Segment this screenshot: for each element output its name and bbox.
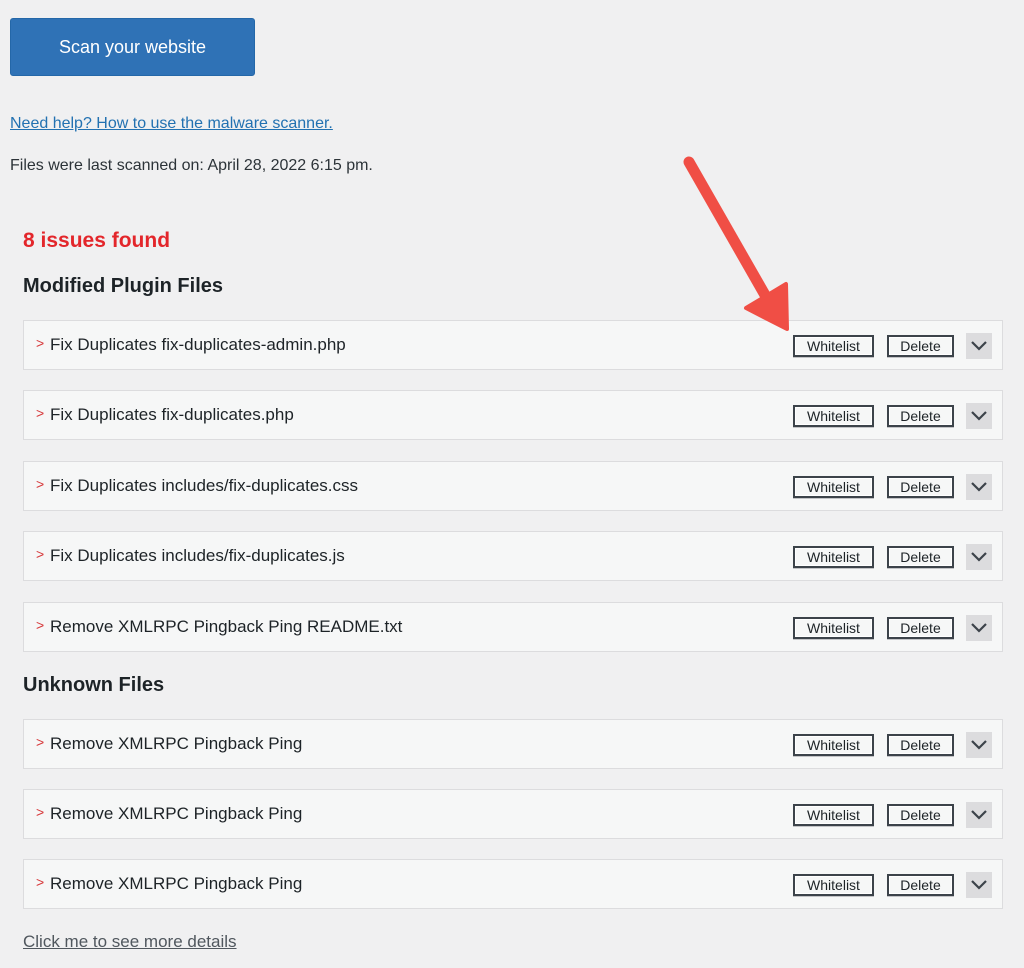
scan-website-button[interactable]: Scan your website <box>10 18 255 76</box>
file-row[interactable]: > Fix Duplicates fix-duplicates.php Whit… <box>23 390 1003 440</box>
section-title-modified-plugin-files: Modified Plugin Files <box>23 275 223 297</box>
expand-caret-icon: > <box>36 335 45 351</box>
help-link[interactable]: Need help? How to use the malware scanne… <box>10 115 333 133</box>
whitelist-button[interactable]: Whitelist <box>793 546 874 568</box>
whitelist-button[interactable]: Whitelist <box>793 476 874 498</box>
delete-button[interactable]: Delete <box>887 476 954 498</box>
file-row[interactable]: > Remove XMLRPC Pingback Ping Whitelist … <box>23 719 1003 769</box>
whitelist-button[interactable]: Whitelist <box>793 335 874 357</box>
file-row-label: Remove XMLRPC Pingback Ping <box>50 804 303 823</box>
expand-caret-icon: > <box>36 476 45 492</box>
file-row[interactable]: > Fix Duplicates includes/fix-duplicates… <box>23 461 1003 511</box>
delete-button[interactable]: Delete <box>887 617 954 639</box>
chevron-down-icon[interactable] <box>966 872 992 898</box>
expand-caret-icon: > <box>36 546 45 562</box>
file-row[interactable]: > Fix Duplicates fix-duplicates-admin.ph… <box>23 320 1003 370</box>
file-row[interactable]: > Remove XMLRPC Pingback Ping Whitelist … <box>23 789 1003 839</box>
more-details-link[interactable]: Click me to see more details <box>23 932 237 952</box>
file-row-label: Remove XMLRPC Pingback Ping <box>50 734 303 753</box>
chevron-down-icon[interactable] <box>966 732 992 758</box>
expand-caret-icon: > <box>36 405 45 421</box>
file-row[interactable]: > Remove XMLRPC Pingback Ping README.txt… <box>23 602 1003 652</box>
delete-button[interactable]: Delete <box>887 734 954 756</box>
delete-button[interactable]: Delete <box>887 405 954 427</box>
chevron-down-icon[interactable] <box>966 474 992 500</box>
chevron-down-icon[interactable] <box>966 403 992 429</box>
whitelist-button[interactable]: Whitelist <box>793 617 874 639</box>
delete-button[interactable]: Delete <box>887 335 954 357</box>
file-row[interactable]: > Remove XMLRPC Pingback Ping Whitelist … <box>23 859 1003 909</box>
last-scanned-text: Files were last scanned on: April 28, 20… <box>10 157 373 174</box>
chevron-down-icon[interactable] <box>966 333 992 359</box>
file-row-label: Fix Duplicates fix-duplicates.php <box>50 405 294 424</box>
expand-caret-icon: > <box>36 734 45 750</box>
whitelist-button[interactable]: Whitelist <box>793 734 874 756</box>
whitelist-button[interactable]: Whitelist <box>793 874 874 896</box>
delete-button[interactable]: Delete <box>887 804 954 826</box>
issues-count-heading: 8 issues found <box>23 229 171 252</box>
expand-caret-icon: > <box>36 804 45 820</box>
file-row-label: Fix Duplicates includes/fix-duplicates.j… <box>50 546 345 565</box>
section-title-unknown-files: Unknown Files <box>23 674 165 696</box>
file-row-label: Fix Duplicates includes/fix-duplicates.c… <box>50 476 359 495</box>
file-row[interactable]: > Fix Duplicates includes/fix-duplicates… <box>23 531 1003 581</box>
delete-button[interactable]: Delete <box>887 546 954 568</box>
whitelist-button[interactable]: Whitelist <box>793 405 874 427</box>
expand-caret-icon: > <box>36 617 45 633</box>
whitelist-button[interactable]: Whitelist <box>793 804 874 826</box>
file-row-label: Remove XMLRPC Pingback Ping README.txt <box>50 617 403 636</box>
file-row-label: Fix Duplicates fix-duplicates-admin.php <box>50 335 346 354</box>
chevron-down-icon[interactable] <box>966 802 992 828</box>
delete-button[interactable]: Delete <box>887 874 954 896</box>
chevron-down-icon[interactable] <box>966 544 992 570</box>
chevron-down-icon[interactable] <box>966 615 992 641</box>
expand-caret-icon: > <box>36 874 45 890</box>
file-row-label: Remove XMLRPC Pingback Ping <box>50 874 303 893</box>
